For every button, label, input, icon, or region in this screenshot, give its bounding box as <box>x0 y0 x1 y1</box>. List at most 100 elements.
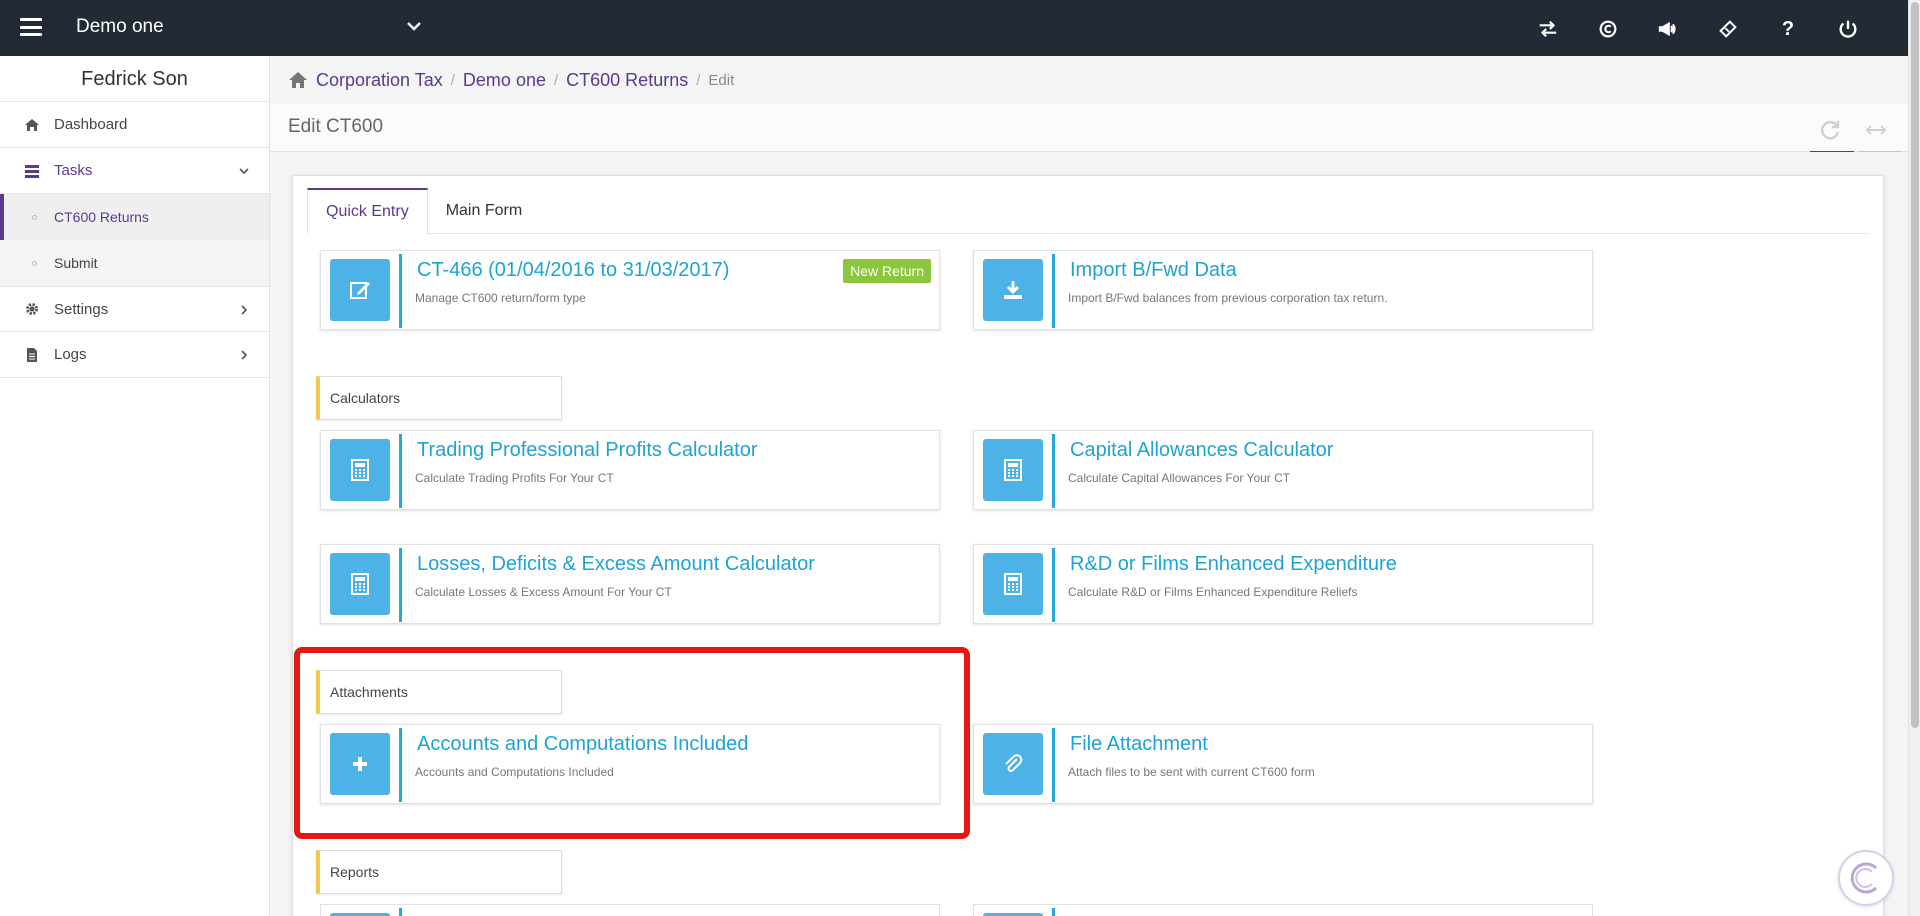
card-trading-profits[interactable]: Trading Professional Profits Calculator … <box>320 430 940 510</box>
card-title[interactable]: Losses, Deficits & Excess Amount Calcula… <box>417 553 815 576</box>
card-import-bfwd[interactable]: Import B/Fwd Data Import B/Fwd balances … <box>973 250 1593 330</box>
new-return-badge[interactable]: New Return <box>843 259 931 283</box>
card-subtitle: Calculate Losses & Excess Amount For You… <box>415 585 672 599</box>
card-divider <box>1052 908 1055 916</box>
bullet-icon <box>32 215 37 220</box>
calculator-icon <box>330 553 390 615</box>
card-title[interactable]: CT-466 (01/04/2016 to 31/03/2017) <box>417 259 729 282</box>
breadcrumb: Corporation Tax / Demo one / CT600 Retur… <box>270 56 1908 104</box>
top-navbar: Demo one ? <box>0 0 1908 56</box>
page-header: Edit CT600 <box>270 104 1908 155</box>
card-ct466[interactable]: CT-466 (01/04/2016 to 31/03/2017) Manage… <box>320 250 940 330</box>
download-icon <box>983 259 1043 321</box>
card-subtitle: Calculate R&D or Films Enhanced Expendit… <box>1068 585 1358 599</box>
section-calculators: Calculators <box>316 376 562 420</box>
sidebar-item-submit[interactable]: Submit <box>0 240 269 286</box>
sidebar-item-label: CT600 Returns <box>54 209 149 225</box>
chevron-right-icon <box>241 305 248 315</box>
card-capital-allowances[interactable]: Capital Allowances Calculator Calculate … <box>973 430 1593 510</box>
breadcrumb-separator: / <box>553 71 559 89</box>
plus-icon <box>330 733 390 795</box>
sidebar-item-tasks[interactable]: Tasks <box>0 148 269 194</box>
card-subtitle: Manage CT600 return/form type <box>415 291 586 305</box>
tab-main-form[interactable]: Main Form <box>428 188 540 234</box>
sidebar-item-label: Submit <box>54 255 98 271</box>
chevron-down-icon <box>239 168 249 175</box>
card-subtitle: Accounts and Computations Included <box>415 765 614 779</box>
sidebar-item-dashboard[interactable]: Dashboard <box>0 102 269 148</box>
swap-icon[interactable] <box>1518 14 1578 44</box>
tab-bar: Quick Entry Main Form <box>307 188 1867 234</box>
company-selector-label[interactable]: Demo one <box>76 16 164 38</box>
tab-quick-entry[interactable]: Quick Entry <box>307 188 428 234</box>
paperclip-icon <box>983 733 1043 795</box>
chevron-down-icon[interactable] <box>404 16 424 36</box>
edit-icon <box>330 259 390 321</box>
card-subtitle: Calculate Trading Profits For Your CT <box>415 471 614 485</box>
card-divider <box>1052 254 1055 328</box>
user-name: Fedrick Son <box>0 56 269 102</box>
card-losses-deficits[interactable]: Losses, Deficits & Excess Amount Calcula… <box>320 544 940 624</box>
home-icon <box>24 116 42 134</box>
sidebar-item-label: Dashboard <box>54 116 128 133</box>
section-reports: Reports <box>316 850 562 894</box>
card-divider <box>399 548 402 622</box>
support-chat-icon[interactable] <box>1838 850 1894 906</box>
card-divider <box>399 434 402 508</box>
refresh-icon[interactable] <box>1818 118 1842 142</box>
megaphone-icon[interactable] <box>1638 14 1698 44</box>
breadcrumb-separator: / <box>450 71 455 89</box>
sidebar-item-label: Logs <box>54 346 87 363</box>
page-scrollbar[interactable] <box>1908 0 1920 916</box>
card-divider <box>399 254 402 328</box>
card-report-1[interactable] <box>320 904 940 916</box>
card-file-attachment[interactable]: File Attachment Attach files to be sent … <box>973 724 1593 804</box>
sidebar-item-label: Settings <box>54 300 109 318</box>
card-divider <box>1052 728 1055 802</box>
card-subtitle: Import B/Fwd balances from previous corp… <box>1068 291 1388 305</box>
card-title[interactable]: File Attachment <box>1070 733 1208 756</box>
ticket-icon[interactable] <box>1698 14 1758 44</box>
page-title: Edit CT600 <box>288 116 384 137</box>
sidebar-item-label: Tasks <box>54 162 93 179</box>
bullet-icon <box>32 261 37 266</box>
calculator-icon <box>983 439 1043 501</box>
breadcrumb-current: Edit <box>708 71 735 89</box>
card-subtitle: Calculate Capital Allowances For Your CT <box>1068 471 1291 485</box>
tasks-icon <box>24 162 42 180</box>
card-divider <box>399 728 402 802</box>
sidebar: Fedrick Son Dashboard Tasks CT600 Return… <box>0 56 270 916</box>
card-report-2[interactable] <box>973 904 1593 916</box>
breadcrumb-link-demo-one[interactable]: Demo one <box>463 70 546 91</box>
copyright-icon[interactable] <box>1578 14 1638 44</box>
gear-icon <box>24 300 42 318</box>
breadcrumb-link-ct600-returns[interactable]: CT600 Returns <box>566 70 688 91</box>
card-title[interactable]: R&D or Films Enhanced Expenditure <box>1070 553 1397 576</box>
sidebar-item-ct600-returns[interactable]: CT600 Returns <box>0 194 269 240</box>
section-attachments: Attachments <box>316 670 562 714</box>
home-icon[interactable] <box>288 70 308 90</box>
card-divider <box>399 908 402 916</box>
scrollbar-thumb[interactable] <box>1911 2 1919 728</box>
menu-toggle-icon[interactable] <box>20 18 42 36</box>
card-divider <box>1052 434 1055 508</box>
power-icon[interactable] <box>1818 14 1878 44</box>
sidebar-item-logs[interactable]: Logs <box>0 332 269 378</box>
help-icon[interactable]: ? <box>1758 14 1818 44</box>
calculator-icon <box>330 439 390 501</box>
card-title[interactable]: Trading Professional Profits Calculator <box>417 439 758 462</box>
calculator-icon <box>983 553 1043 615</box>
chevron-right-icon <box>241 350 248 360</box>
card-title[interactable]: Import B/Fwd Data <box>1070 259 1237 282</box>
card-title[interactable]: Capital Allowances Calculator <box>1070 439 1333 462</box>
expand-horizontal-icon[interactable] <box>1864 118 1888 142</box>
breadcrumb-separator: / <box>696 71 701 89</box>
card-accounts-computations[interactable]: Accounts and Computations Included Accou… <box>320 724 940 804</box>
card-title[interactable]: Accounts and Computations Included <box>417 733 748 756</box>
document-icon <box>24 346 42 364</box>
card-subtitle: Attach files to be sent with current CT6… <box>1068 765 1315 779</box>
card-rnd-films[interactable]: R&D or Films Enhanced Expenditure Calcul… <box>973 544 1593 624</box>
breadcrumb-link-corporation-tax[interactable]: Corporation Tax <box>316 70 443 91</box>
card-divider <box>1052 548 1055 622</box>
sidebar-item-settings[interactable]: Settings <box>0 286 269 332</box>
